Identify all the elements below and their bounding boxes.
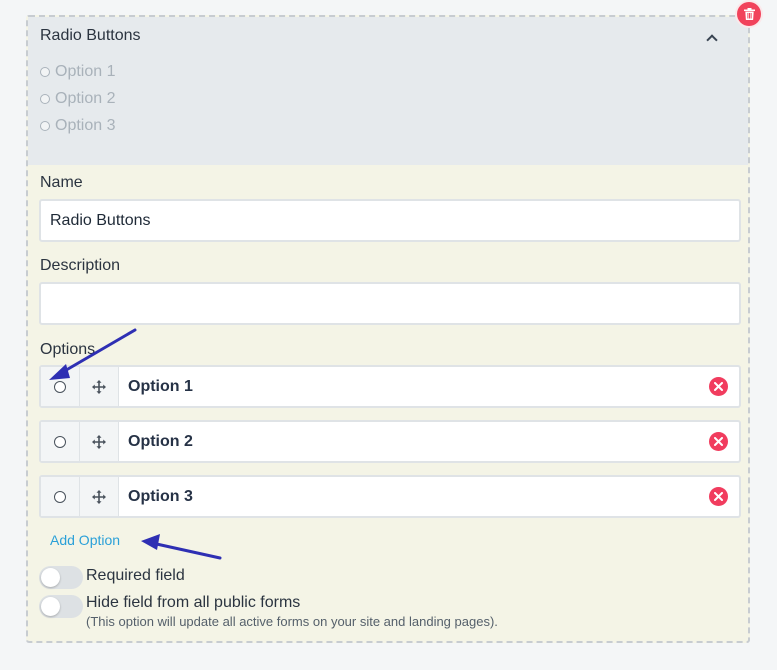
option-row: Option 2 bbox=[39, 420, 741, 463]
delete-field-button[interactable] bbox=[737, 2, 761, 26]
default-radio-button[interactable] bbox=[54, 490, 66, 503]
hide-field-toggle[interactable] bbox=[39, 595, 83, 618]
remove-option-button[interactable] bbox=[709, 432, 728, 451]
field-card: Radio Buttons Option 1 Option 2 Option 3… bbox=[26, 15, 750, 643]
toggle-knob bbox=[41, 597, 60, 616]
preview-title: Radio Buttons bbox=[40, 27, 141, 44]
default-radio-cell[interactable] bbox=[41, 367, 80, 406]
add-option-link[interactable]: Add Option bbox=[50, 532, 120, 548]
drag-handle[interactable] bbox=[80, 477, 119, 516]
description-input[interactable] bbox=[39, 282, 741, 325]
options-label: Options bbox=[40, 341, 96, 358]
field-preview[interactable]: Radio Buttons Option 1 Option 2 Option 3 bbox=[28, 17, 748, 165]
preview-option-label: Option 2 bbox=[55, 90, 116, 107]
option-input[interactable]: Option 2 bbox=[119, 422, 739, 461]
name-input[interactable]: Radio Buttons bbox=[39, 199, 741, 242]
trash-icon bbox=[743, 8, 755, 20]
close-icon bbox=[714, 437, 723, 446]
remove-option-button[interactable] bbox=[709, 487, 728, 506]
default-radio-button[interactable] bbox=[54, 380, 66, 393]
drag-handle[interactable] bbox=[80, 422, 119, 461]
default-radio-button[interactable] bbox=[54, 435, 66, 448]
drag-handle[interactable] bbox=[80, 367, 119, 406]
option-row: Option 3 bbox=[39, 475, 741, 518]
form-field-editor: Radio Buttons Option 1 Option 2 Option 3… bbox=[0, 0, 777, 670]
preview-option: Option 2 bbox=[40, 90, 115, 108]
required-field-toggle[interactable] bbox=[39, 566, 83, 589]
default-radio-cell[interactable] bbox=[41, 422, 80, 461]
option-input[interactable]: Option 3 bbox=[119, 477, 739, 516]
preview-option: Option 3 bbox=[40, 117, 115, 135]
option-row: Option 1 bbox=[39, 365, 741, 408]
radio-icon bbox=[40, 67, 50, 77]
chevron-up-icon[interactable] bbox=[704, 29, 720, 45]
close-icon bbox=[714, 492, 723, 501]
name-label: Name bbox=[40, 174, 83, 191]
radio-icon bbox=[40, 121, 50, 131]
option-input[interactable]: Option 1 bbox=[119, 367, 739, 406]
hide-field-note: (This option will update all active form… bbox=[86, 614, 498, 629]
required-field-label: Required field bbox=[86, 567, 185, 584]
preview-option: Option 1 bbox=[40, 63, 115, 81]
toggle-knob bbox=[41, 568, 60, 587]
hide-field-label: Hide field from all public forms bbox=[86, 594, 301, 611]
description-label: Description bbox=[40, 257, 121, 274]
preview-option-label: Option 1 bbox=[55, 63, 116, 80]
move-icon[interactable] bbox=[92, 434, 106, 449]
default-radio-cell[interactable] bbox=[41, 477, 80, 516]
remove-option-button[interactable] bbox=[709, 377, 728, 396]
close-icon bbox=[714, 382, 723, 391]
radio-icon bbox=[40, 94, 50, 104]
preview-option-label: Option 3 bbox=[55, 117, 116, 134]
move-icon[interactable] bbox=[92, 379, 106, 394]
move-icon[interactable] bbox=[92, 489, 106, 504]
name-input-value: Radio Buttons bbox=[50, 211, 151, 229]
